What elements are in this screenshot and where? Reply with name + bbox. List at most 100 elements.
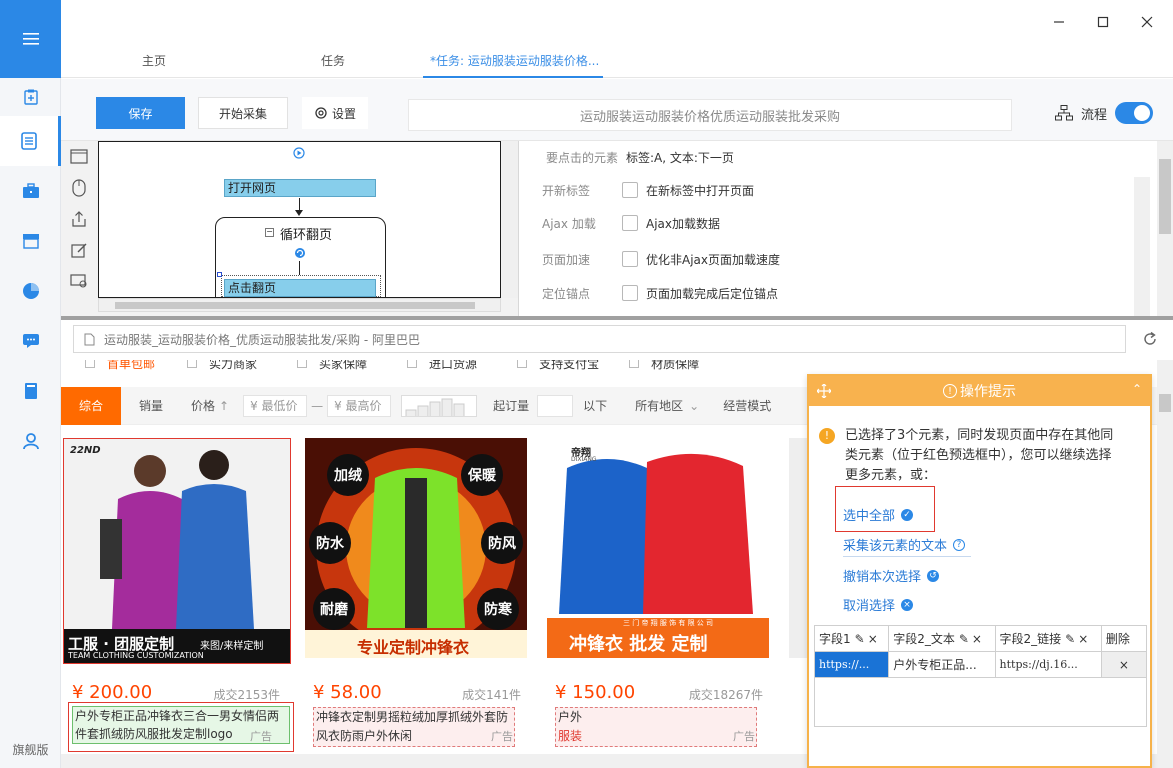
tab-tasks[interactable]: 任务 xyxy=(321,52,345,69)
start-collect-button[interactable]: 开始采集 xyxy=(198,97,288,129)
sort-sales[interactable]: 销量 xyxy=(121,387,181,425)
business-mode-dropdown[interactable]: 经营模式 xyxy=(711,387,783,425)
tab-home[interactable]: 主页 xyxy=(142,52,166,69)
table-cell[interactable]: https://... xyxy=(813,651,890,678)
max-price-input[interactable]: ¥ 最高价 xyxy=(327,394,392,417)
designer-vertical-scrollbar[interactable] xyxy=(502,141,518,298)
sidebar-item-book[interactable] xyxy=(0,366,61,416)
menu-button[interactable] xyxy=(0,0,61,78)
pencil-icon[interactable]: ✎ xyxy=(855,632,865,646)
product-title-preselect-frame[interactable]: 户外专柜正品冲锋衣三合一男女情侣两件套抓绒防风服批发定制logo xyxy=(68,702,294,752)
pencil-icon[interactable]: ✎ xyxy=(959,632,969,646)
tool-verify[interactable] xyxy=(61,265,97,296)
close-icon[interactable]: × xyxy=(1078,632,1088,646)
save-button[interactable]: 保存 xyxy=(96,97,185,129)
tips-message: ! 已选择了3个元素，同时发现页面中存在其他同类元素（位于红色预选框中），您可以… xyxy=(819,426,1119,486)
minimize-button[interactable] xyxy=(1049,12,1069,32)
field-header[interactable]: 字段2_文本 ✎ × xyxy=(888,625,996,652)
sidebar-item-store[interactable] xyxy=(0,216,61,266)
node-click-page[interactable]: 点击翻页 xyxy=(224,279,376,297)
table-cell[interactable]: 户外专柜正品... xyxy=(888,651,996,678)
check-free-shipping[interactable]: 首单包邮 xyxy=(85,360,155,372)
product-title-line: 服装 xyxy=(558,729,583,743)
check-strong-seller[interactable]: 实力商家 xyxy=(187,360,257,372)
prop-row-new-tab: 开新标签 在新标签中打开页面 xyxy=(520,175,754,205)
move-icon[interactable] xyxy=(817,384,831,398)
app-window: 旗舰版 主页 任务 *任务: 运动服装运动服装价格... 保存 开始采集 设置 … xyxy=(0,0,1173,768)
props-scrollbar[interactable] xyxy=(1157,141,1173,316)
feature-tag: 防水 xyxy=(309,522,351,564)
product-card-partial[interactable] xyxy=(789,438,809,768)
flow-toggle[interactable] xyxy=(1115,102,1153,124)
scroll-thumb[interactable] xyxy=(1159,159,1171,234)
tool-input[interactable] xyxy=(61,234,97,265)
settings-button[interactable]: 设置 xyxy=(302,97,368,129)
collapse-icon[interactable]: − xyxy=(265,228,274,237)
tool-open-page[interactable] xyxy=(61,141,97,172)
help-circle-icon: ? xyxy=(953,538,966,551)
checkbox-speedup[interactable] xyxy=(622,251,638,267)
sidebar-item-user[interactable] xyxy=(0,416,61,466)
arrow-down-icon xyxy=(295,210,303,216)
region-label: 所有地区 xyxy=(635,399,684,413)
min-price-input[interactable]: ¥ 最低价 xyxy=(243,394,308,417)
close-icon[interactable]: × xyxy=(868,632,878,646)
select-all-link[interactable]: 选中全部 ✓ xyxy=(843,505,914,524)
tips-header[interactable]: ! 操作提示 ⌃ xyxy=(809,376,1150,406)
close-button[interactable] xyxy=(1137,12,1157,32)
field-header[interactable]: 字段1 ✎ × xyxy=(813,625,890,652)
props-inner-scrollbar[interactable] xyxy=(1134,177,1150,316)
product-card[interactable]: 22ND 工服 · 团服定制 来图/来样定制 TEAM CLOTHING CUS… xyxy=(63,438,294,768)
left-sidebar: 旗舰版 xyxy=(0,0,61,768)
product-image[interactable]: 帝翔 DIXIANG 三 门 帝 翔 服 饰 有 限 公 司 冲锋衣 批发 定制 xyxy=(547,438,769,658)
checkbox-new-tab[interactable] xyxy=(622,182,638,198)
selection-handle xyxy=(217,272,222,277)
address-bar[interactable]: 运动服装_运动服装价格_优质运动服装批发/采购 - 阿里巴巴 xyxy=(73,325,1126,353)
prop-value: 标签:A, 文本:下一页 xyxy=(626,150,734,165)
check-buyer-protect[interactable]: 买家保障 xyxy=(297,360,367,372)
collapse-up-icon[interactable]: ⌃ xyxy=(1132,382,1142,396)
sidebar-item-stats[interactable] xyxy=(0,266,61,316)
checkbox-anchor[interactable] xyxy=(622,285,638,301)
cancel-selection-link[interactable]: 取消选择 × xyxy=(843,595,914,614)
tool-export[interactable] xyxy=(61,203,97,234)
pie-chart-icon xyxy=(22,283,39,299)
sort-price[interactable]: 价格 ↑ xyxy=(181,387,235,425)
scroll-thumb[interactable] xyxy=(1159,394,1171,412)
prop-click-element: 要点击的元素 标签:A, 文本:下一页 xyxy=(520,143,734,171)
tab-current-task[interactable]: *任务: 运动服装运动服装价格... xyxy=(430,52,599,69)
designer-horizontal-scrollbar[interactable] xyxy=(98,298,501,312)
product-title[interactable]: 冲锋衣定制男摇粒绒加厚抓绒外套防风衣防雨户外休闲 xyxy=(313,707,515,747)
region-dropdown[interactable]: 所有地区 ⌄ xyxy=(623,387,711,425)
product-image[interactable]: 22ND 工服 · 团服定制 来图/来样定制 TEAM CLOTHING CUS… xyxy=(63,438,291,664)
undo-selection-link[interactable]: 撤销本次选择 ↺ xyxy=(843,566,940,585)
sidebar-item-tasks[interactable] xyxy=(0,116,61,166)
pencil-icon[interactable]: ✎ xyxy=(1065,632,1075,646)
product-card[interactable]: 加绒 保暖 防水 防风 耐磨 防寒 专业定制冲锋衣 ¥ 58.00 成交141件… xyxy=(305,438,527,768)
sidebar-item-briefcase[interactable] xyxy=(0,166,61,216)
sort-comprehensive[interactable]: 综合 xyxy=(61,386,121,425)
table-cell[interactable]: https://dj.16... xyxy=(994,651,1102,678)
sidebar-item-chat[interactable] xyxy=(0,316,61,366)
collect-text-link[interactable]: 采集该元素的文本? xyxy=(843,535,966,554)
field-header[interactable]: 字段2_链接 ✎ × xyxy=(994,625,1102,652)
node-open-page[interactable]: 打开网页 xyxy=(224,179,376,197)
refresh-icon[interactable] xyxy=(1142,331,1158,347)
moq-input[interactable] xyxy=(537,394,574,417)
delete-row-button[interactable]: × xyxy=(1100,651,1148,678)
check-import[interactable]: 进口货源 xyxy=(407,360,477,372)
scroll-thumb[interactable] xyxy=(115,302,475,309)
close-icon[interactable]: × xyxy=(972,632,982,646)
flow-canvas[interactable]: 打开网页 − 循环翻页 点击翻页 xyxy=(98,141,501,298)
check-material[interactable]: 材质保障 xyxy=(629,360,699,372)
sidebar-item-new-task[interactable] xyxy=(0,78,61,116)
product-title[interactable]: 户外 服装 xyxy=(555,707,757,747)
product-image[interactable]: 加绒 保暖 防水 防风 耐磨 防寒 专业定制冲锋衣 xyxy=(305,438,527,658)
product-card[interactable]: 帝翔 DIXIANG 三 门 帝 翔 服 饰 有 限 公 司 冲锋衣 批发 定制… xyxy=(547,438,769,768)
check-alipay[interactable]: 支持支付宝 xyxy=(517,360,599,372)
browser-vertical-scrollbar[interactable] xyxy=(1157,360,1173,768)
maximize-button[interactable] xyxy=(1093,12,1113,32)
checkbox-ajax[interactable] xyxy=(622,215,638,231)
product-image[interactable] xyxy=(789,438,809,658)
tool-click[interactable] xyxy=(61,172,97,203)
